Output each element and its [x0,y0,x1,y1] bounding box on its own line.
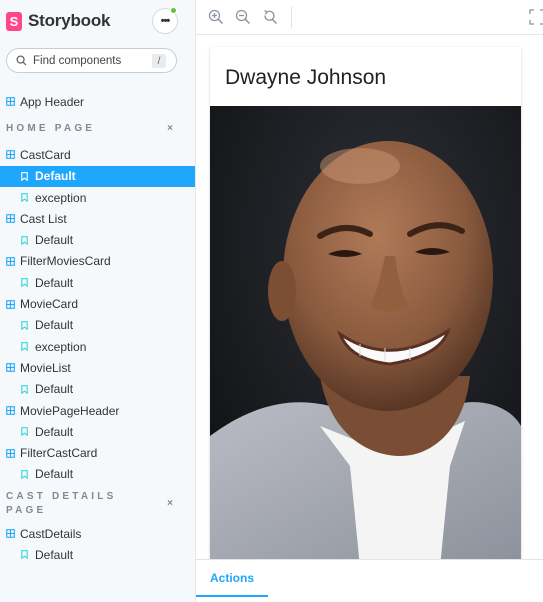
tree-item-label: FilterMoviesCard [20,254,111,269]
notification-dot [170,7,177,14]
tree-item-label: CastDetails [20,526,82,541]
sidebar-story-item[interactable]: Default [0,315,195,336]
sidebar-component-item[interactable]: MoviePageHeader [0,400,195,421]
search-shortcut-key: / [152,54,166,68]
bookmark-icon [21,193,28,203]
collapse-icon[interactable]: × [167,497,173,511]
component-icon [6,150,15,160]
tree-item-label: Default [35,382,74,397]
bookmark-icon [21,342,28,352]
sidebar-story-item[interactable]: Default [0,464,195,485]
component-icon [6,448,15,458]
cast-photo [210,106,521,559]
sidebar-component-item[interactable]: FilterCastCard [0,442,195,463]
tree-item-label: Default [35,424,74,439]
component-icon [6,363,15,373]
component-icon [6,529,15,539]
sidebar-story-item[interactable]: exception [0,336,195,357]
search-icon [16,55,27,66]
toolbar-divider [291,6,292,28]
sidebar-component-item[interactable]: MovieList [0,357,195,378]
sidebar-story-item[interactable]: exception [0,187,195,208]
sidebar: S Storybook ••• / App HeaderHOME PAGE×Ca… [0,0,195,602]
sidebar-story-item[interactable]: Default [0,544,195,565]
tree-item-label: Default [35,547,74,562]
component-icon [6,406,15,415]
zoom-reset-icon[interactable] [262,9,278,25]
toolbar [196,0,543,35]
search-box[interactable]: / [6,48,177,73]
sidebar-component-item[interactable]: FilterMoviesCard [0,251,195,272]
tree-item-label: Cast List [20,211,67,226]
search-input[interactable] [33,54,151,67]
zoom-out-icon[interactable] [235,9,251,25]
bookmark-icon [21,427,28,437]
bookmark-icon [21,235,28,245]
sidebar-component-item[interactable]: CastDetails [0,523,195,544]
addons-panel-tabs: Actions [196,559,543,602]
tree-item-label: Default [35,318,74,333]
tree-item-label: FilterCastCard [20,446,98,461]
brand[interactable]: S Storybook [6,9,110,33]
bookmark-icon [21,320,28,330]
bookmark-icon [21,171,28,181]
storybook-app: S Storybook ••• / App HeaderHOME PAGE×Ca… [0,0,543,602]
sidebar-component-item[interactable]: MovieCard [0,293,195,314]
section-title: CAST DETAILS PAGE [6,491,117,517]
tree-item-label: Default [35,275,74,290]
cast-name: Dwayne Johnson [225,66,387,89]
sidebar-story-item-selected[interactable]: Default [0,165,195,187]
tree-item-label: Default [35,169,76,184]
tab-actions[interactable]: Actions [196,560,269,597]
fullscreen-icon[interactable] [529,9,543,25]
component-icon [6,299,15,309]
component-tree: App Header HOME PAGE × CastCard Default excep… [0,91,195,566]
preview-area: Dwayne Johnson Actions [195,0,543,602]
cast-card[interactable]: Dwayne Johnson [210,47,521,559]
tree-item-label: App Header [20,94,85,109]
component-icon [6,257,15,266]
component-icon [6,214,15,224]
component-icon [6,97,15,106]
sidebar-section-header[interactable]: HOME PAGE × [0,112,195,144]
collapse-icon[interactable]: × [167,123,173,134]
sidebar-component-item[interactable]: App Header [0,91,195,112]
bookmark-icon [21,470,28,479]
sidebar-story-item[interactable]: Default [0,272,195,293]
tree-item-label: exception [35,190,87,205]
bookmark-icon [21,278,28,288]
tree-item-label: MoviePageHeader [20,403,120,418]
story-canvas: Dwayne Johnson [196,35,543,559]
sidebar-story-item[interactable]: Default [0,229,195,250]
zoom-in-icon[interactable] [208,9,224,25]
tree-item-label: exception [35,339,87,354]
tree-item-label: Default [35,233,74,248]
sidebar-component-item[interactable]: CastCard [0,144,195,165]
section-title: HOME PAGE [6,122,96,134]
tree-item-label: CastCard [20,147,71,162]
tree-item-label: Default [35,467,74,482]
sidebar-story-item[interactable]: Default [0,421,195,442]
brand-name: Storybook [28,11,111,30]
storybook-logo-icon: S [6,11,22,31]
tree-item-label: MovieCard [20,297,79,312]
tree-item-label: MovieList [20,360,71,375]
sidebar-section-header[interactable]: CAST DETAILS PAGE × [0,485,195,523]
sidebar-story-item[interactable]: Default [0,379,195,400]
sidebar-component-item[interactable]: Cast List [0,208,195,229]
bookmark-icon [21,550,28,560]
bookmark-icon [21,384,28,394]
